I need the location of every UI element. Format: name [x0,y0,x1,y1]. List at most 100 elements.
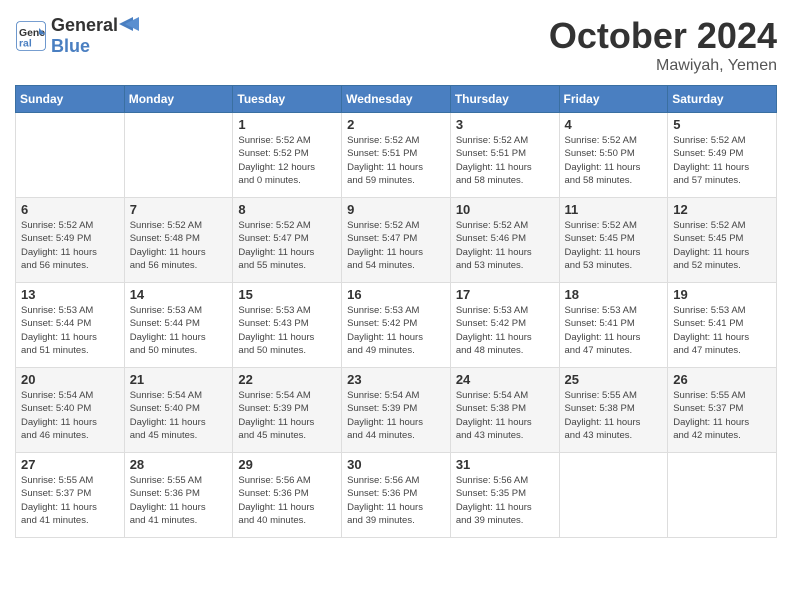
calendar-cell: 2 Sunrise: 5:52 AM Sunset: 5:51 PM Daylig… [342,113,451,198]
day-info: Sunrise: 5:52 AM Sunset: 5:45 PM Dayligh… [565,219,663,272]
page-header: Gene ral General Blue October 2024 Mawiy… [15,15,777,75]
day-info: Sunrise: 5:54 AM Sunset: 5:40 PM Dayligh… [130,389,228,442]
column-header-saturday: Saturday [668,86,777,113]
calendar-cell: 11 Sunrise: 5:52 AM Sunset: 5:45 PM Dayli… [559,198,668,283]
day-number: 23 [347,372,445,387]
day-number: 5 [673,117,771,132]
column-header-tuesday: Tuesday [233,86,342,113]
day-number: 22 [238,372,336,387]
calendar-cell: 25Sunrise: 5:55 AM Sunset: 5:38 PM Dayli… [559,368,668,453]
calendar-cell: 22 Sunrise: 5:54 AM Sunset: 5:39 PM Dayli… [233,368,342,453]
calendar-cell: 5 Sunrise: 5:52 AM Sunset: 5:49 PM Daylig… [668,113,777,198]
day-number: 8 [238,202,336,217]
calendar-cell: 7 Sunrise: 5:52 AM Sunset: 5:48 PM Daylig… [124,198,233,283]
day-number: 20 [21,372,119,387]
calendar-week-row: 20 Sunrise: 5:54 AM Sunset: 5:40 PM Dayli… [16,368,777,453]
calendar-cell: 3 Sunrise: 5:52 AM Sunset: 5:51 PM Daylig… [450,113,559,198]
calendar-week-row: 13 Sunrise: 5:53 AM Sunset: 5:44 PM Dayli… [16,283,777,368]
day-number: 1 [238,117,336,132]
calendar-cell: 17 Sunrise: 5:53 AM Sunset: 5:42 PM Dayli… [450,283,559,368]
calendar-cell [559,453,668,538]
calendar-cell: 6 Sunrise: 5:52 AM Sunset: 5:49 PM Daylig… [16,198,125,283]
calendar-cell: 20Sunrise: 5:54 AM Sunset: 5:40 PM Dayli… [16,368,125,453]
day-number: 30 [347,457,445,472]
day-number: 17 [456,287,554,302]
day-info: Sunrise: 5:52 AM Sunset: 5:50 PM Dayligh… [565,134,663,187]
day-info: Sunrise: 5:53 AM Sunset: 5:42 PM Dayligh… [456,304,554,357]
day-number: 3 [456,117,554,132]
column-header-wednesday: Wednesday [342,86,451,113]
calendar-cell: 26 Sunrise: 5:55 AM Sunset: 5:37 PM Dayli… [668,368,777,453]
day-info: Sunrise: 5:53 AM Sunset: 5:41 PM Dayligh… [673,304,771,357]
calendar-cell: 1 Sunrise: 5:52 AM Sunset: 5:52 PM Daylig… [233,113,342,198]
logo-text-general: General [51,15,118,36]
calendar-cell: 23 Sunrise: 5:54 AM Sunset: 5:39 PM Dayli… [342,368,451,453]
day-number: 24 [456,372,554,387]
calendar-cell: 30 Sunrise: 5:56 AM Sunset: 5:36 PM Dayli… [342,453,451,538]
day-number: 26 [673,372,771,387]
day-number: 7 [130,202,228,217]
day-number: 12 [673,202,771,217]
logo-text-blue: Blue [51,36,139,57]
month-title: October 2024 [549,15,777,57]
calendar-cell [16,113,125,198]
calendar-cell: 16Sunrise: 5:53 AM Sunset: 5:42 PM Dayli… [342,283,451,368]
day-number: 13 [21,287,119,302]
day-info: Sunrise: 5:53 AM Sunset: 5:41 PM Dayligh… [565,304,663,357]
calendar-week-row: 6 Sunrise: 5:52 AM Sunset: 5:49 PM Daylig… [16,198,777,283]
day-info: Sunrise: 5:55 AM Sunset: 5:37 PM Dayligh… [21,474,119,527]
day-info: Sunrise: 5:56 AM Sunset: 5:36 PM Dayligh… [238,474,336,527]
calendar-cell: 27 Sunrise: 5:55 AM Sunset: 5:37 PM Dayli… [16,453,125,538]
column-header-monday: Monday [124,86,233,113]
calendar-week-row: 27 Sunrise: 5:55 AM Sunset: 5:37 PM Dayli… [16,453,777,538]
calendar-table: SundayMondayTuesdayWednesdayThursdayFrid… [15,85,777,538]
day-number: 21 [130,372,228,387]
day-number: 2 [347,117,445,132]
day-info: Sunrise: 5:52 AM Sunset: 5:48 PM Dayligh… [130,219,228,272]
day-info: Sunrise: 5:54 AM Sunset: 5:39 PM Dayligh… [347,389,445,442]
calendar-cell: 29Sunrise: 5:56 AM Sunset: 5:36 PM Dayli… [233,453,342,538]
day-info: Sunrise: 5:55 AM Sunset: 5:38 PM Dayligh… [565,389,663,442]
location: Mawiyah, Yemen [549,57,777,75]
day-info: Sunrise: 5:52 AM Sunset: 5:47 PM Dayligh… [347,219,445,272]
calendar-cell: 13 Sunrise: 5:53 AM Sunset: 5:44 PM Dayli… [16,283,125,368]
day-info: Sunrise: 5:54 AM Sunset: 5:39 PM Dayligh… [238,389,336,442]
calendar-cell [124,113,233,198]
day-info: Sunrise: 5:53 AM Sunset: 5:43 PM Dayligh… [238,304,336,357]
calendar-week-row: 1 Sunrise: 5:52 AM Sunset: 5:52 PM Daylig… [16,113,777,198]
day-number: 10 [456,202,554,217]
day-info: Sunrise: 5:56 AM Sunset: 5:36 PM Dayligh… [347,474,445,527]
day-number: 15 [238,287,336,302]
column-header-sunday: Sunday [16,86,125,113]
day-info: Sunrise: 5:53 AM Sunset: 5:44 PM Dayligh… [130,304,228,357]
day-info: Sunrise: 5:52 AM Sunset: 5:49 PM Dayligh… [21,219,119,272]
day-info: Sunrise: 5:52 AM Sunset: 5:49 PM Dayligh… [673,134,771,187]
calendar-cell: 9 Sunrise: 5:52 AM Sunset: 5:47 PM Daylig… [342,198,451,283]
day-info: Sunrise: 5:53 AM Sunset: 5:44 PM Dayligh… [21,304,119,357]
calendar-cell: 10Sunrise: 5:52 AM Sunset: 5:46 PM Dayli… [450,198,559,283]
day-number: 28 [130,457,228,472]
day-number: 4 [565,117,663,132]
calendar-cell [668,453,777,538]
logo-icon: Gene ral [15,20,47,52]
calendar-header-row: SundayMondayTuesdayWednesdayThursdayFrid… [16,86,777,113]
calendar-cell: 8Sunrise: 5:52 AM Sunset: 5:47 PM Daylig… [233,198,342,283]
calendar-cell: 21 Sunrise: 5:54 AM Sunset: 5:40 PM Dayli… [124,368,233,453]
calendar-body: 1 Sunrise: 5:52 AM Sunset: 5:52 PM Daylig… [16,113,777,538]
day-info: Sunrise: 5:52 AM Sunset: 5:51 PM Dayligh… [347,134,445,187]
day-info: Sunrise: 5:55 AM Sunset: 5:37 PM Dayligh… [673,389,771,442]
logo-arrow-icon [119,17,139,31]
day-info: Sunrise: 5:52 AM Sunset: 5:51 PM Dayligh… [456,134,554,187]
calendar-cell: 19Sunrise: 5:53 AM Sunset: 5:41 PM Dayli… [668,283,777,368]
day-info: Sunrise: 5:52 AM Sunset: 5:52 PM Dayligh… [238,134,336,187]
calendar-cell: 14Sunrise: 5:53 AM Sunset: 5:44 PM Dayli… [124,283,233,368]
column-header-friday: Friday [559,86,668,113]
day-number: 27 [21,457,119,472]
calendar-cell: 24Sunrise: 5:54 AM Sunset: 5:38 PM Dayli… [450,368,559,453]
calendar-cell: 15 Sunrise: 5:53 AM Sunset: 5:43 PM Dayli… [233,283,342,368]
day-info: Sunrise: 5:55 AM Sunset: 5:36 PM Dayligh… [130,474,228,527]
day-number: 11 [565,202,663,217]
column-header-thursday: Thursday [450,86,559,113]
day-number: 9 [347,202,445,217]
day-number: 6 [21,202,119,217]
